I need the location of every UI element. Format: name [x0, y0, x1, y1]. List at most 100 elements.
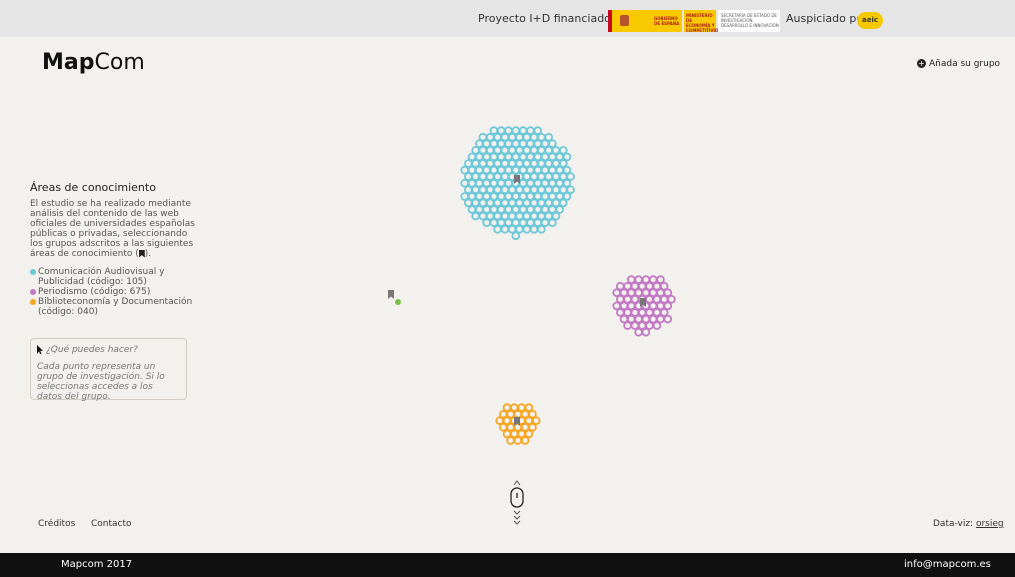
research-group-dot[interactable] — [518, 178, 528, 188]
research-group-dot[interactable] — [500, 159, 510, 168]
research-group-dot[interactable] — [537, 159, 546, 168]
research-group-dot[interactable] — [522, 185, 532, 195]
research-group-dot[interactable] — [641, 275, 651, 284]
research-group-dot[interactable] — [551, 159, 561, 168]
research-group-dot[interactable] — [502, 429, 512, 439]
research-group-dot[interactable] — [612, 288, 621, 298]
research-group-dot[interactable] — [529, 211, 539, 221]
research-group-dot[interactable] — [474, 205, 484, 214]
research-group-dot[interactable] — [482, 152, 491, 162]
research-group-dot[interactable] — [648, 301, 658, 311]
research-group-dot[interactable] — [478, 146, 488, 155]
research-group-dot[interactable] — [500, 172, 510, 181]
research-group-dot[interactable] — [485, 172, 495, 181]
research-group-dot[interactable] — [544, 211, 553, 221]
research-group-dot[interactable] — [504, 178, 513, 188]
research-group-dot[interactable] — [489, 152, 499, 162]
research-group-dot[interactable] — [507, 198, 517, 208]
research-group-dot[interactable] — [506, 436, 515, 445]
research-group-dot[interactable] — [515, 146, 524, 155]
research-group-dot[interactable] — [529, 225, 539, 234]
research-group-dot[interactable] — [648, 288, 658, 298]
research-group-dot[interactable] — [558, 185, 568, 195]
research-group-dot[interactable] — [511, 139, 521, 149]
research-group-dot[interactable] — [529, 198, 539, 208]
research-group-dot[interactable] — [659, 294, 669, 304]
research-group-dot[interactable] — [493, 211, 502, 221]
research-group-dot[interactable] — [544, 146, 553, 155]
research-group-dot[interactable] — [526, 205, 535, 214]
research-group-dot[interactable] — [548, 139, 557, 149]
research-group-dot[interactable] — [506, 422, 515, 432]
research-group-dot[interactable] — [619, 301, 629, 311]
research-group-dot[interactable] — [518, 126, 528, 135]
research-group-dot[interactable] — [645, 321, 654, 330]
research-group-dot[interactable] — [517, 403, 526, 412]
research-group-dot[interactable] — [548, 178, 557, 188]
research-group-dot[interactable] — [548, 152, 557, 162]
research-group-dot[interactable] — [540, 178, 550, 188]
isolated-group-dot[interactable] — [395, 299, 401, 305]
research-group-dot[interactable] — [555, 178, 564, 188]
research-group-dot[interactable] — [467, 178, 477, 188]
research-group-dot[interactable] — [612, 301, 621, 311]
research-group-dot[interactable] — [471, 198, 480, 208]
research-group-dot[interactable] — [511, 231, 521, 241]
research-group-dot[interactable] — [489, 205, 499, 214]
research-group-dot[interactable] — [496, 126, 506, 135]
research-group-dot[interactable] — [540, 139, 550, 149]
research-group-dot[interactable] — [656, 275, 665, 284]
research-group-dot[interactable] — [555, 152, 564, 162]
research-groups-map[interactable] — [0, 0, 1015, 577]
research-group-dot[interactable] — [623, 321, 632, 330]
research-group-dot[interactable] — [529, 132, 539, 142]
research-group-dot[interactable] — [489, 178, 499, 188]
research-group-dot[interactable] — [485, 146, 495, 155]
research-group-dot[interactable] — [566, 172, 575, 181]
research-group-dot[interactable] — [496, 139, 506, 149]
research-group-dot[interactable] — [511, 152, 521, 162]
research-group-dot[interactable] — [485, 211, 495, 221]
research-group-dot[interactable] — [493, 146, 502, 155]
research-group-dot[interactable] — [537, 146, 546, 155]
research-group-dot[interactable] — [511, 205, 521, 214]
research-group-dot[interactable] — [515, 198, 524, 208]
research-group-dot[interactable] — [526, 178, 535, 188]
research-group-dot[interactable] — [515, 185, 524, 195]
research-group-dot[interactable] — [659, 308, 669, 317]
research-group-dot[interactable] — [548, 205, 557, 214]
research-group-dot[interactable] — [667, 294, 676, 304]
research-group-dot[interactable] — [478, 185, 488, 195]
research-group-dot[interactable] — [522, 159, 532, 168]
research-group-dot[interactable] — [478, 172, 488, 181]
research-group-dot[interactable] — [645, 294, 654, 304]
research-group-dot[interactable] — [500, 211, 510, 221]
research-group-dot[interactable] — [478, 198, 488, 208]
research-group-dot[interactable] — [526, 139, 535, 149]
research-group-dot[interactable] — [544, 185, 553, 195]
research-group-dot[interactable] — [537, 211, 546, 221]
research-group-dot[interactable] — [533, 178, 543, 188]
research-group-dot[interactable] — [626, 275, 636, 284]
research-group-dot[interactable] — [489, 165, 499, 175]
research-group-dot[interactable] — [558, 172, 568, 181]
research-group-dot[interactable] — [518, 205, 528, 214]
research-group-dot[interactable] — [471, 172, 480, 181]
research-group-dot[interactable] — [496, 152, 506, 162]
research-group-dot[interactable] — [515, 211, 524, 221]
research-group-dot[interactable] — [623, 294, 632, 304]
research-group-dot[interactable] — [540, 205, 550, 214]
research-group-dot[interactable] — [551, 172, 561, 181]
research-group-dot[interactable] — [507, 211, 517, 221]
research-group-dot[interactable] — [471, 185, 480, 195]
research-group-dot[interactable] — [485, 159, 495, 168]
research-group-dot[interactable] — [493, 198, 502, 208]
research-group-dot[interactable] — [544, 172, 553, 181]
research-group-dot[interactable] — [513, 422, 523, 432]
research-group-dot[interactable] — [520, 436, 530, 445]
research-group-dot[interactable] — [641, 327, 651, 337]
contact-link[interactable]: Contacto — [91, 519, 132, 529]
research-group-dot[interactable] — [540, 152, 550, 162]
research-group-dot[interactable] — [648, 314, 658, 324]
research-group-dot[interactable] — [500, 146, 510, 155]
